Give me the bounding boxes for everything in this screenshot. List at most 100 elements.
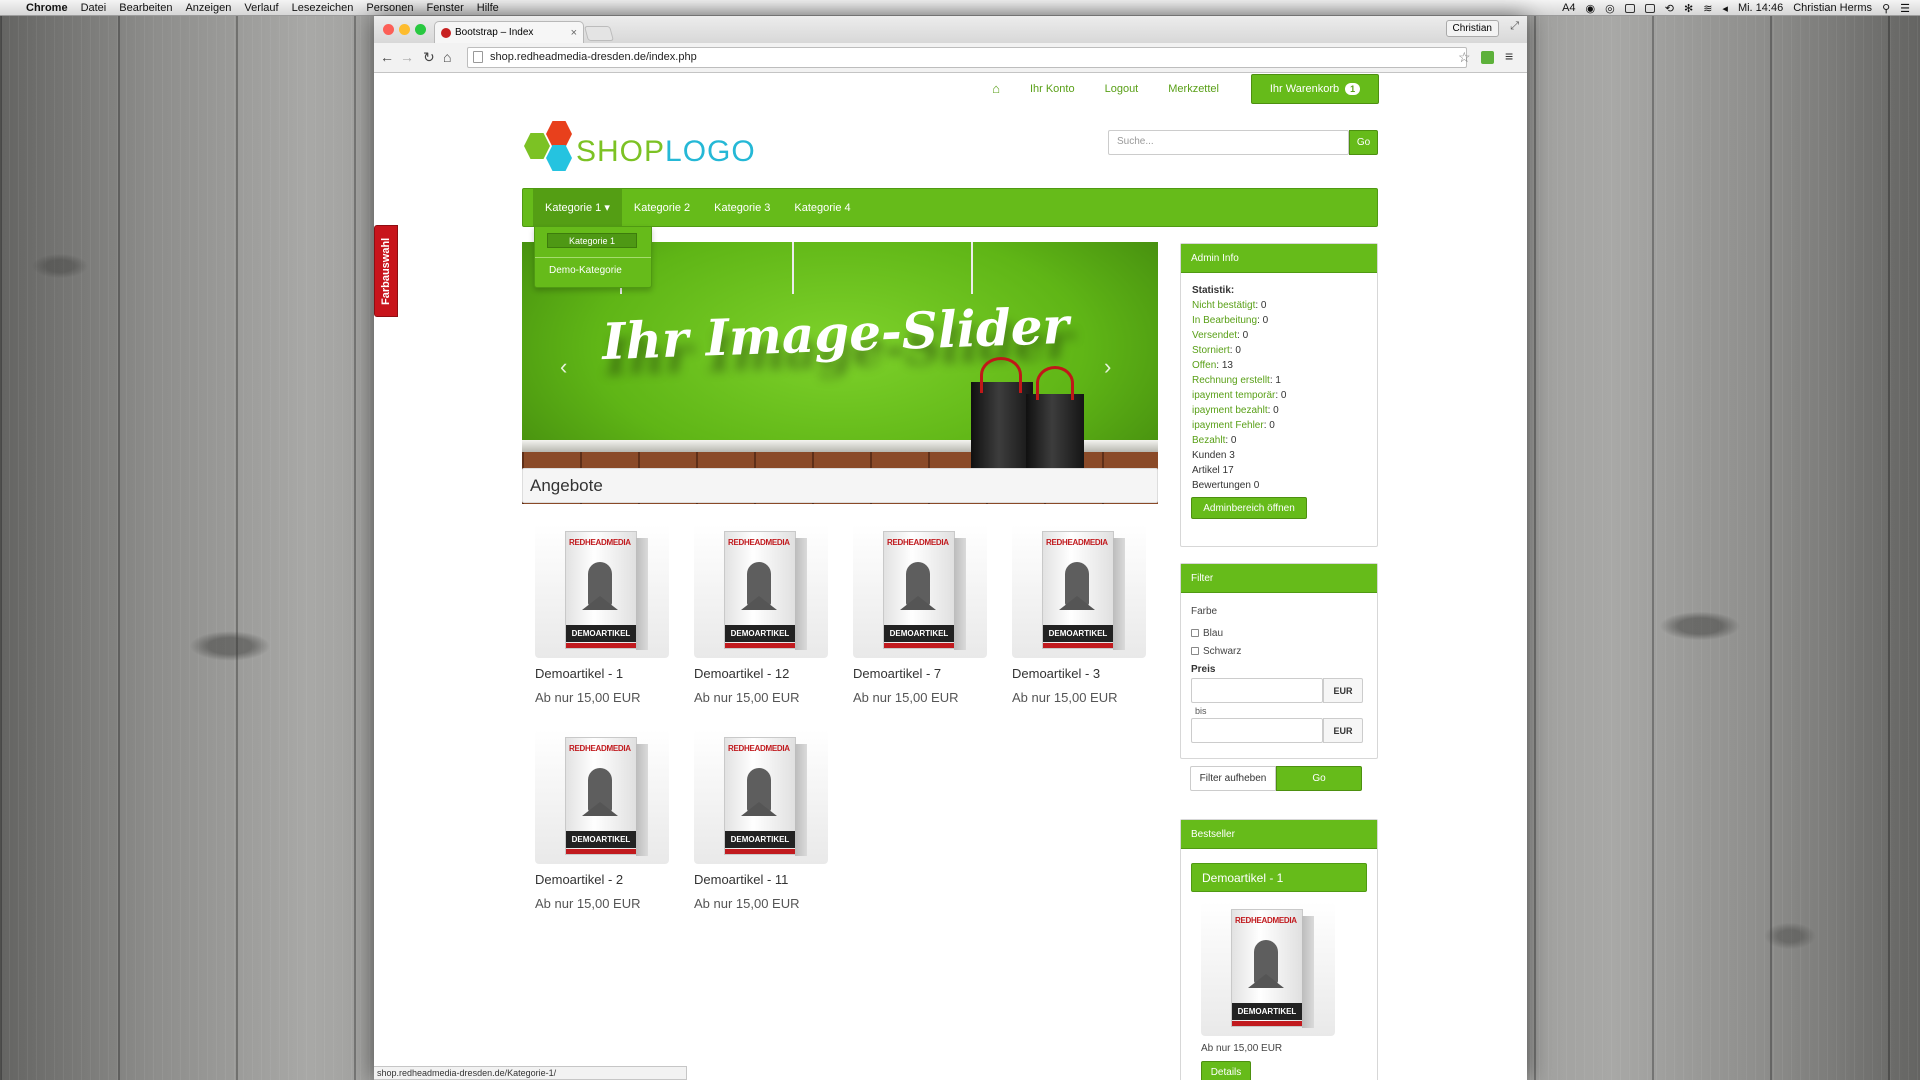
price-to-label: bis xyxy=(1195,706,1207,716)
stat-customers: Kunden 3 xyxy=(1192,450,1235,461)
nav-kategorie-3[interactable]: Kategorie 3 xyxy=(702,189,782,226)
profile-button[interactable]: Christian xyxy=(1445,20,1499,37)
menu-fenster[interactable]: Fenster xyxy=(426,2,463,14)
product-image[interactable]: REDHEADMEDIA DEMOARTIKEL xyxy=(694,730,828,864)
record-icon[interactable]: ◎ xyxy=(1605,2,1615,15)
fullscreen-icon[interactable]: ⤢ xyxy=(1510,20,1519,33)
product-image[interactable]: REDHEADMEDIA DEMOARTIKEL xyxy=(853,524,987,658)
sync-icon[interactable]: ◉ xyxy=(1586,2,1596,15)
bookmark-star-icon[interactable]: ☆ xyxy=(1458,49,1471,66)
logout-link[interactable]: Logout xyxy=(1105,83,1139,95)
nav-kategorie-4[interactable]: Kategorie 4 xyxy=(782,189,862,226)
address-bar[interactable]: shop.redheadmedia-dresden.de/index.php xyxy=(467,47,1467,68)
color-picker-tab[interactable]: Farbauswahl xyxy=(374,225,398,317)
stat-link[interactable]: Offen xyxy=(1192,360,1216,371)
close-window-icon[interactable] xyxy=(383,24,394,35)
product-name[interactable]: Demoartikel - 7 xyxy=(853,666,987,681)
home-nav-icon[interactable]: ⌂ xyxy=(992,81,1000,96)
price-from-input[interactable] xyxy=(1191,678,1323,703)
product-image[interactable]: REDHEADMEDIA DEMOARTIKEL xyxy=(535,730,669,864)
product-image[interactable]: REDHEADMEDIA DEMOARTIKEL xyxy=(694,524,828,658)
volume-icon[interactable]: ◂ xyxy=(1722,2,1728,15)
time-machine-icon[interactable]: ⟲ xyxy=(1665,2,1674,15)
stat-link[interactable]: Versendet xyxy=(1192,330,1237,341)
bestseller-product-image[interactable]: REDHEADMEDIA DEMOARTIKEL xyxy=(1201,902,1335,1036)
product-card[interactable]: REDHEADMEDIA DEMOARTIKEL Demoartikel - 7 … xyxy=(853,524,987,705)
search-input[interactable]: Suche... xyxy=(1108,130,1349,155)
nav-kategorie-1[interactable]: Kategorie 1 ▾ xyxy=(533,189,622,226)
dropdown-item-demo-kategorie[interactable]: Demo-Kategorie xyxy=(549,265,622,276)
spotlight-icon[interactable]: ⚲ xyxy=(1882,2,1890,15)
product-image[interactable]: REDHEADMEDIA DEMOARTIKEL xyxy=(535,524,669,658)
minimize-window-icon[interactable] xyxy=(399,24,410,35)
forward-icon[interactable]: → xyxy=(400,49,414,65)
filter-option-blau[interactable]: Blau xyxy=(1191,628,1223,639)
open-admin-button[interactable]: Adminbereich öffnen xyxy=(1191,497,1307,519)
stat-link[interactable]: In Bearbeitung xyxy=(1192,315,1257,326)
apply-filter-button[interactable]: Go xyxy=(1276,766,1362,791)
price-to-input[interactable] xyxy=(1191,718,1323,743)
display-icon[interactable] xyxy=(1624,3,1635,13)
stat-link[interactable]: ipayment bezahlt xyxy=(1192,405,1268,416)
nav-kategorie-2[interactable]: Kategorie 2 xyxy=(622,189,702,226)
cart-button[interactable]: Ihr Warenkorb 1 xyxy=(1251,73,1379,104)
clock-text[interactable]: Mi. 14:46 xyxy=(1738,2,1783,14)
stat-link[interactable]: Bezahlt xyxy=(1192,435,1225,446)
browser-tab[interactable]: Bootstrap – Index × xyxy=(434,21,584,43)
stat-value: : 0 xyxy=(1275,390,1287,401)
user-name[interactable]: Christian Herms xyxy=(1793,2,1872,14)
dropdown-item-kategorie-1[interactable]: Kategorie 1 xyxy=(547,233,637,248)
notification-icon[interactable]: ☰ xyxy=(1900,2,1910,15)
bestseller-product-name[interactable]: Demoartikel - 1 xyxy=(1191,863,1367,892)
stat-link[interactable]: ipayment Fehler xyxy=(1192,420,1264,431)
wifi-icon[interactable]: ≋ xyxy=(1703,2,1712,15)
product-card[interactable]: REDHEADMEDIA DEMOARTIKEL Demoartikel - 12… xyxy=(694,524,828,705)
menu-app-name[interactable]: Chrome xyxy=(26,2,68,14)
product-image[interactable]: REDHEADMEDIA DEMOARTIKEL xyxy=(1012,524,1146,658)
bluetooth-icon[interactable]: ✻ xyxy=(1684,2,1693,15)
filter-option-schwarz[interactable]: Schwarz xyxy=(1191,646,1241,657)
product-card[interactable]: REDHEADMEDIA DEMOARTIKEL Demoartikel - 3 … xyxy=(1012,524,1146,705)
stat-link[interactable]: Rechnung erstellt xyxy=(1192,375,1270,386)
back-icon[interactable]: ← xyxy=(380,49,394,65)
product-name[interactable]: Demoartikel - 11 xyxy=(694,872,828,887)
stat-link[interactable]: Nicht bestätigt xyxy=(1192,300,1255,311)
tab-close-icon[interactable]: × xyxy=(571,27,577,39)
menu-bearbeiten[interactable]: Bearbeiten xyxy=(119,2,172,14)
product-card[interactable]: REDHEADMEDIA DEMOARTIKEL Demoartikel - 1 … xyxy=(535,524,669,705)
checkbox[interactable] xyxy=(1191,647,1199,656)
search-button[interactable]: Go xyxy=(1349,130,1378,155)
product-name[interactable]: Demoartikel - 3 xyxy=(1012,666,1146,681)
wishlist-link[interactable]: Merkzettel xyxy=(1168,83,1219,95)
stat-link[interactable]: ipayment temporär xyxy=(1192,390,1275,401)
account-link[interactable]: Ihr Konto xyxy=(1030,83,1075,95)
product-card[interactable]: REDHEADMEDIA DEMOARTIKEL Demoartikel - 2 … xyxy=(535,730,669,911)
product-name[interactable]: Demoartikel - 1 xyxy=(535,666,669,681)
box-brand: REDHEADMEDIA xyxy=(887,538,949,547)
menu-personen[interactable]: Personen xyxy=(366,2,413,14)
stat-link[interactable]: Storniert xyxy=(1192,345,1230,356)
menu-lesezeichen[interactable]: Lesezeichen xyxy=(292,2,354,14)
menu-anzeigen[interactable]: Anzeigen xyxy=(185,2,231,14)
slider-next-icon[interactable]: › xyxy=(1104,354,1111,380)
checkbox[interactable] xyxy=(1191,629,1199,638)
adobe-icon[interactable]: A4 xyxy=(1562,2,1575,14)
extension-icon[interactable] xyxy=(1481,51,1494,64)
reset-filter-button[interactable]: Filter aufheben xyxy=(1190,766,1276,791)
product-card[interactable]: REDHEADMEDIA DEMOARTIKEL Demoartikel - 11… xyxy=(694,730,828,911)
slider-prev-icon[interactable]: ‹ xyxy=(560,354,567,380)
reload-icon[interactable]: ↻ xyxy=(423,49,435,66)
menu-verlauf[interactable]: Verlauf xyxy=(244,2,278,14)
shop-logo[interactable]: SHOPLOGO xyxy=(522,119,762,179)
airplay-icon[interactable] xyxy=(1644,3,1655,13)
menu-datei[interactable]: Datei xyxy=(81,2,107,14)
product-name[interactable]: Demoartikel - 2 xyxy=(535,872,669,887)
bestseller-details-button[interactable]: Details xyxy=(1201,1061,1251,1080)
product-name[interactable]: Demoartikel - 12 xyxy=(694,666,828,681)
chrome-menu-icon[interactable]: ≡ xyxy=(1505,48,1513,64)
menu-hilfe[interactable]: Hilfe xyxy=(477,2,499,14)
bag-handle xyxy=(980,357,1022,393)
zoom-window-icon[interactable] xyxy=(415,24,426,35)
new-tab-button[interactable] xyxy=(583,26,615,41)
home-icon[interactable]: ⌂ xyxy=(443,49,451,65)
